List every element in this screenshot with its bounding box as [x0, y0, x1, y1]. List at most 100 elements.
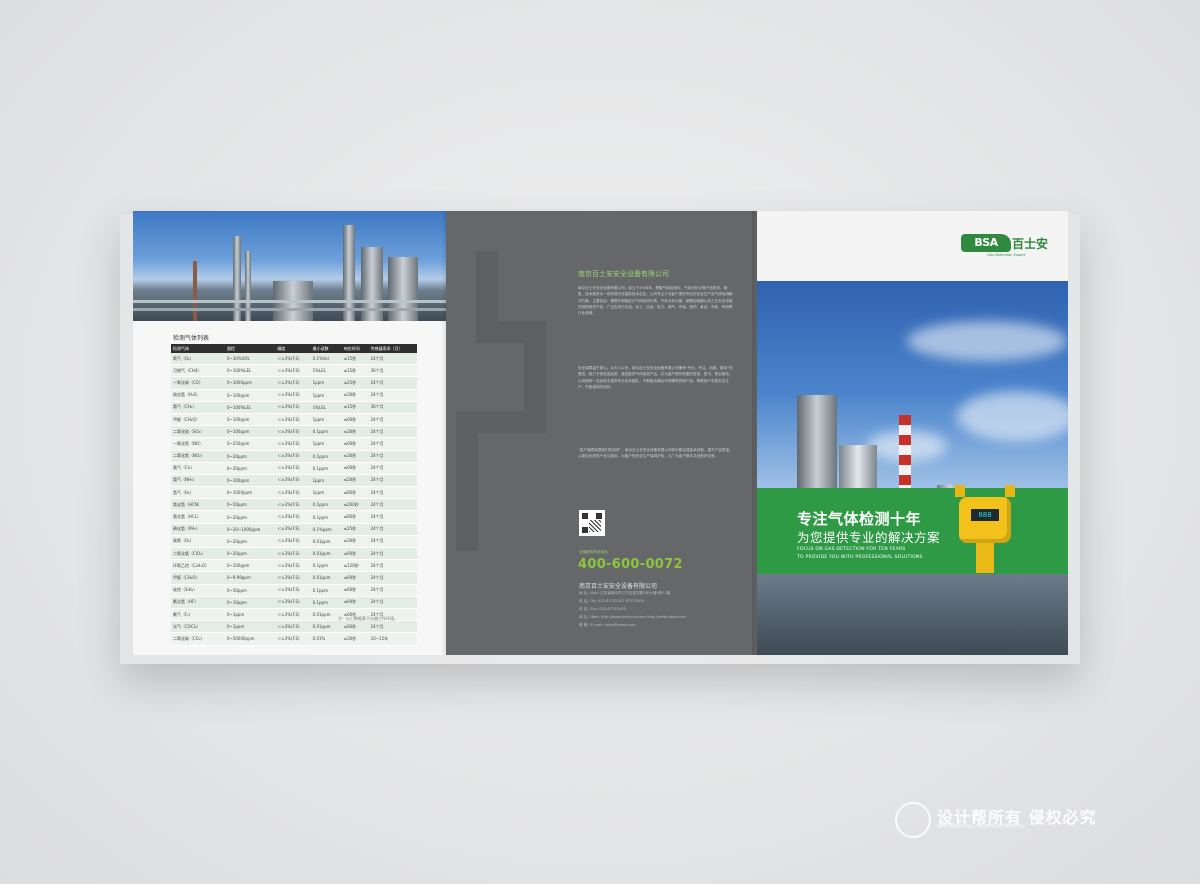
table-cell: ≤30秒	[341, 632, 369, 646]
table-cell: 0~30%VOL	[224, 353, 276, 366]
table-cell: 24个月	[368, 596, 417, 609]
table-cell: ＜±3%(F.S)	[275, 632, 311, 646]
table-cell: ＜±3%(F.S)	[275, 498, 311, 512]
table-cell: 甲醛（CH₂O）	[171, 413, 225, 427]
table-cell: ＜±3%(F.S)	[275, 584, 311, 597]
table-cell: 24个月	[368, 620, 417, 634]
table-header-cell: 检测气体	[171, 344, 225, 353]
table-cell: 氟气（F₂）	[171, 608, 225, 622]
table-cell: 氯化氢（HCL）	[171, 510, 225, 524]
table-cell: 0~20~1000ppm	[224, 523, 276, 536]
table-cell: ≤200秒	[341, 498, 369, 512]
table-row: 二氧化氮（NO₂） 0~20ppm ＜±3%(F.S) 0.1ppm ≤30秒 24个月	[171, 450, 417, 463]
table-cell: 1%LEL	[310, 364, 342, 378]
table-cell: ≤15秒	[341, 364, 369, 378]
table-cell: 0.1ppm	[310, 498, 342, 512]
table-cell: 24个月	[368, 571, 417, 585]
table-header-cell: 传感器寿命（月）	[368, 344, 417, 353]
table-cell: 0~250ppm	[224, 437, 276, 451]
table-cell: 0~20ppm	[224, 462, 276, 475]
table-cell: 硫化氢（H₂S）	[171, 389, 225, 402]
table-cell: ＜±3%(F.S)	[275, 364, 311, 378]
intro-paragraph-2: 安全保障重于泰山。从天人以来，南京百士安安全设备有限公司秉承“专业、专注、创新、…	[578, 366, 733, 389]
table-cell: 24个月	[368, 498, 417, 512]
detector-display: 888	[971, 509, 999, 521]
gas-detection-table: 检测气体 量程 精度 最小读数 响应时间 传感器寿命（月） 氧气（O₂） 0~30%VOL ＜…	[171, 344, 417, 646]
table-row: 环氧乙烷（C₂H₄O） 0~100ppm ＜±3%(F.S) 0.1ppm ≤120秒 2…	[171, 559, 417, 573]
table-row: 可燃气（CH4） 0~100%LEL ＜±3%(F.S) 1%LEL ≤15秒 36个月	[171, 364, 417, 378]
table-cell: 氰化氢（HCN）	[171, 498, 225, 512]
contact-email: 邮 箱 / E-mail: sales@njbsa.com	[579, 623, 636, 627]
contact-address: 地 址 / Add: 江苏省南京市江宁区夏村路3号大道4栋11楼	[579, 591, 671, 595]
table-row: 氰化氢（HCN） 0~50ppm ＜±3%(F.S) 0.1ppm ≤200秒 24个月	[171, 498, 417, 512]
table-cell: ＜±3%(F.S)	[275, 376, 311, 390]
table-cell: 0.1ppm	[310, 584, 342, 597]
table-cell: 0~100%LEL	[224, 364, 276, 378]
table-cell: 0.01ppm	[310, 571, 342, 585]
table-title: 检测气体列表	[173, 335, 210, 342]
table-cell: 二氧化碳（CO₂）	[171, 632, 225, 646]
table-row: 氯化氢（HCL） 0~20ppm ＜±3%(F.S) 0.1ppm ≤60秒 24个月	[171, 510, 417, 524]
table-cell: ≤60秒	[341, 620, 369, 634]
table-cell: 24个月	[368, 523, 417, 536]
table-row: 硫化氢（H₂S） 0~100ppm ＜±3%(F.S) 1ppm ≤30秒 24个月	[171, 389, 417, 402]
contact-fax: 传 真 / Fax: 025-87732543	[579, 607, 626, 611]
table-cell: ＜±3%(F.S)	[275, 510, 311, 524]
table-cell: ≤60秒	[341, 584, 369, 597]
table-cell: 氢气（H₂）	[171, 486, 225, 500]
table-cell: 一氧化氮（NO）	[171, 437, 225, 451]
decorative-letter-shape	[446, 251, 566, 551]
gas-detector-image: 888	[953, 473, 1017, 583]
table-cell: ＜±3%(F.S)	[275, 596, 311, 609]
table-row: 氢气（H₂） 0~1000ppm ＜±3%(F.S) 1ppm ≤60秒 24个月	[171, 486, 417, 500]
table-cell: 24个月	[368, 547, 417, 561]
table-cell: ＜±3%(F.S)	[275, 462, 311, 475]
table-header-cell: 精度	[275, 344, 311, 353]
cover-english-line-1: FOCUS ON GAS DETECTION FOR TEN YEARS	[797, 547, 906, 552]
table-cell: 10~15年	[368, 632, 417, 646]
logo-chinese-name: 百士安	[1012, 237, 1049, 251]
table-cell: ≤60秒	[341, 571, 369, 585]
watermark-subtext: SHEJIBANG ALL RIGHTS RESERVED	[937, 824, 1024, 830]
intro-paragraph-1: 南京百士安安全设备有限公司，成立于2008年，是集气体检测仪、气体分析仪等产品研…	[578, 286, 733, 316]
refinery-photo	[133, 211, 446, 321]
cover-headline: 专注气体检测十年	[797, 510, 922, 528]
company-title: 南京百士安安全设备有限公司	[578, 270, 669, 278]
table-cell: 0.01%	[310, 632, 342, 646]
table-cell: 24个月	[368, 389, 417, 402]
table-cell: ≤30秒	[341, 450, 369, 463]
table-cell: ＜±3%(F.S)	[275, 474, 311, 488]
table-cell: 0~100%LEL	[224, 401, 276, 414]
table-cell: 1ppm	[310, 413, 342, 427]
table-cell: 氟化氢（HF）	[171, 596, 225, 609]
brand-logo: BSA 百士安 Gas Detection Expert	[961, 232, 1057, 260]
table-cell: 氨气（NH₃）	[171, 474, 225, 488]
intro-paragraph-3: “客户满意就是我们的追求”，南京百士安安全设备有限公司将不断加强技术创新，提升产…	[578, 448, 733, 459]
table-cell: 36个月	[368, 364, 417, 378]
table-cell: 臭氧（O₃）	[171, 535, 225, 549]
table-cell: 0~20ppm	[224, 535, 276, 549]
logo-mark: BSA	[961, 234, 1011, 252]
table-header-cell: 量程	[224, 344, 276, 353]
table-cell: 0~100ppm	[224, 425, 276, 439]
qr-code-icon	[579, 510, 605, 536]
table-cell: 24个月	[368, 425, 417, 439]
table-cell: 硅烷（SiH₄）	[171, 584, 225, 597]
table-cell: 1ppm	[310, 376, 342, 390]
table-cell: 0.1ppm	[310, 559, 342, 573]
table-cell: ＜±3%(F.S)	[275, 389, 311, 402]
table-cell: 0~100ppm	[224, 474, 276, 488]
table-cell: ＜±3%(F.S)	[275, 401, 311, 414]
table-cell: 二氧化硫（SO₂）	[171, 425, 225, 439]
table-header-cell: 响应时间	[341, 344, 369, 353]
table-cell: ≤25秒	[341, 523, 369, 536]
table-cell: 24个月	[368, 353, 417, 366]
table-cell: 光气（COCl₂）	[171, 620, 225, 634]
table-cell: 1ppm	[310, 486, 342, 500]
watermark: 设计帮所有 侵权必究 SHEJIBANG ALL RIGHTS RESERVED	[895, 800, 1175, 840]
table-cell: 1%LEL	[310, 401, 342, 414]
table-cell: 24个月	[368, 437, 417, 451]
table-cell: 24个月	[368, 474, 417, 488]
table-cell: 0~100ppm	[224, 559, 276, 573]
table-cell: 1ppm	[310, 437, 342, 451]
